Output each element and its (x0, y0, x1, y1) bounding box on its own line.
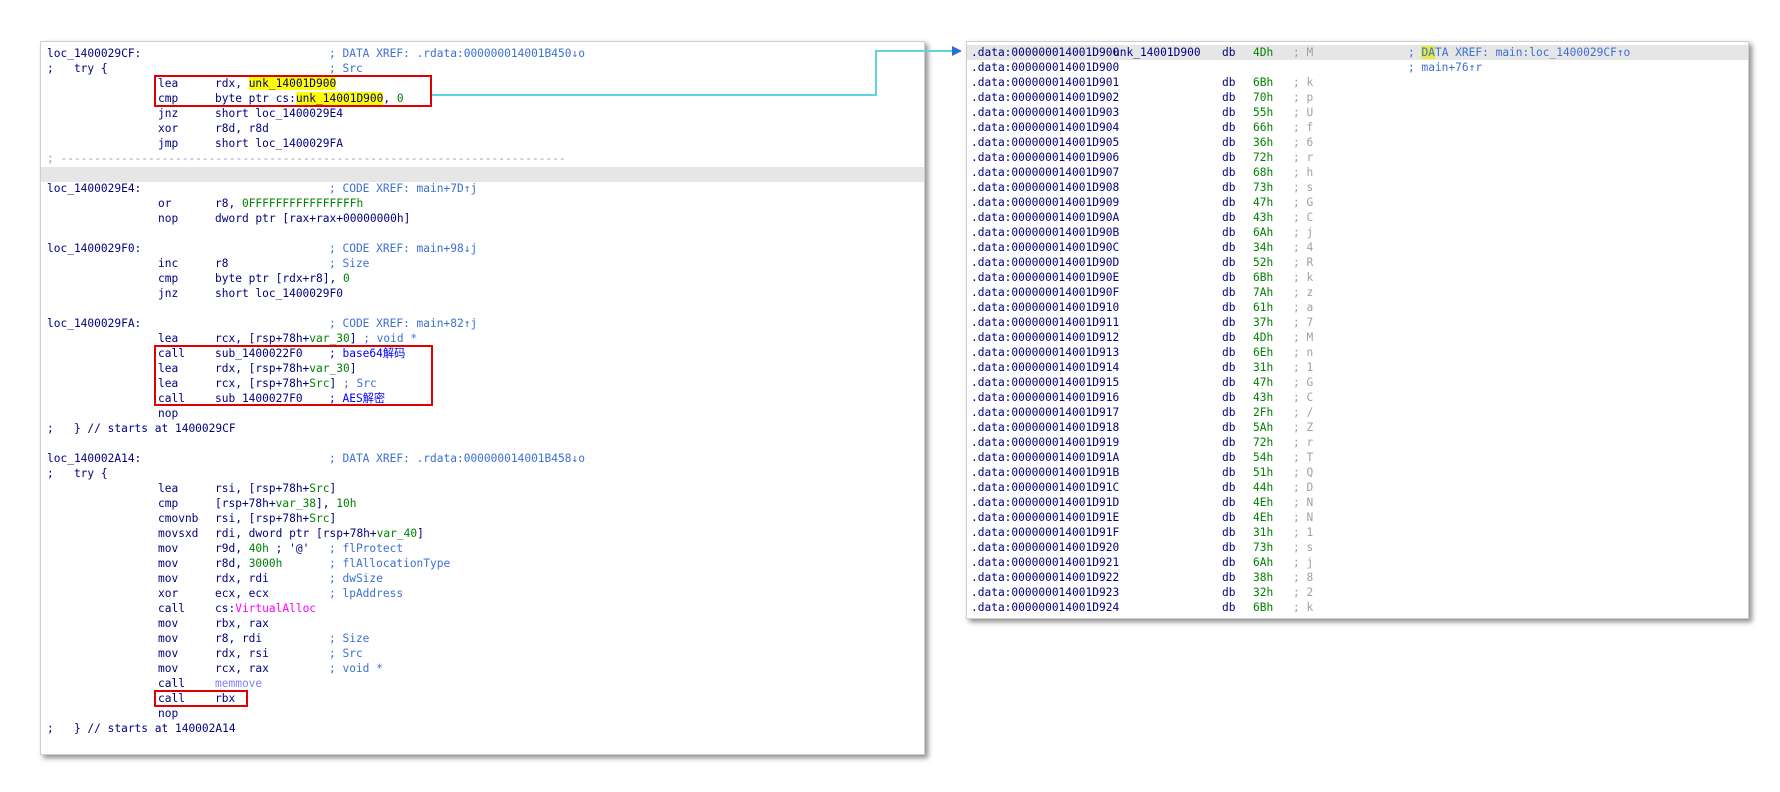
connector-line (432, 50, 952, 96)
xref-connector (432, 46, 962, 96)
arrow-head-icon (952, 46, 962, 56)
